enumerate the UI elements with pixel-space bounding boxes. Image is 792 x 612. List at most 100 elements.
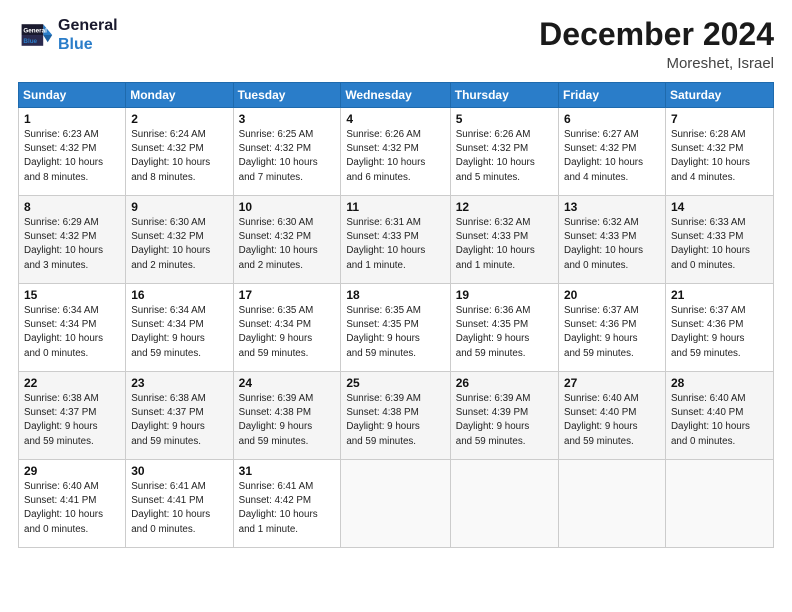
- day-number: 20: [564, 288, 660, 302]
- day-info: Sunrise: 6:34 AM Sunset: 4:34 PM Dayligh…: [131, 304, 227, 361]
- cell-5-6: [559, 460, 666, 548]
- col-tuesday: Tuesday: [233, 83, 341, 108]
- day-info: Sunrise: 6:35 AM Sunset: 4:35 PM Dayligh…: [346, 304, 444, 361]
- day-number: 3: [239, 112, 336, 126]
- calendar-table: Sunday Monday Tuesday Wednesday Thursday…: [18, 82, 774, 548]
- day-info: Sunrise: 6:37 AM Sunset: 4:36 PM Dayligh…: [671, 304, 768, 361]
- cell-5-7: [665, 460, 773, 548]
- day-info: Sunrise: 6:40 AM Sunset: 4:40 PM Dayligh…: [671, 392, 768, 449]
- day-number: 25: [346, 376, 444, 390]
- day-number: 13: [564, 200, 660, 214]
- cell-5-4: [341, 460, 450, 548]
- cell-2-4: 11 Sunrise: 6:31 AM Sunset: 4:33 PM Dayli…: [341, 196, 450, 284]
- day-info: Sunrise: 6:30 AM Sunset: 4:32 PM Dayligh…: [131, 216, 227, 273]
- day-number: 24: [239, 376, 336, 390]
- day-number: 12: [456, 200, 553, 214]
- day-number: 26: [456, 376, 553, 390]
- header-row: Sunday Monday Tuesday Wednesday Thursday…: [19, 83, 774, 108]
- week-row-3: 15Sunrise: 6:34 AM Sunset: 4:34 PM Dayli…: [19, 284, 774, 372]
- day-info: Sunrise: 6:38 AM Sunset: 4:37 PM Dayligh…: [131, 392, 227, 449]
- day-number: 4: [346, 112, 444, 126]
- col-friday: Friday: [559, 83, 666, 108]
- day-number: 18: [346, 288, 444, 302]
- cell-3-3: 17Sunrise: 6:35 AM Sunset: 4:34 PM Dayli…: [233, 284, 341, 372]
- cell-1-4: 4 Sunrise: 6:26 AM Sunset: 4:32 PM Daylig…: [341, 108, 450, 196]
- day-info: Sunrise: 6:38 AM Sunset: 4:37 PM Dayligh…: [24, 392, 120, 449]
- day-info: Sunrise: 6:32 AM Sunset: 4:33 PM Dayligh…: [564, 216, 660, 273]
- day-number: 6: [564, 112, 660, 126]
- week-row-1: 1 Sunrise: 6:23 AM Sunset: 4:32 PM Daylig…: [19, 108, 774, 196]
- location: Moreshet, Israel: [539, 55, 774, 72]
- week-row-2: 8 Sunrise: 6:29 AM Sunset: 4:32 PM Daylig…: [19, 196, 774, 284]
- cell-3-6: 20 Sunrise: 6:37 AM Sunset: 4:36 PM Dayli…: [559, 284, 666, 372]
- cell-4-4: 25 Sunrise: 6:39 AM Sunset: 4:38 PM Dayli…: [341, 372, 450, 460]
- svg-text:General: General: [23, 27, 47, 34]
- day-info: Sunrise: 6:37 AM Sunset: 4:36 PM Dayligh…: [564, 304, 660, 361]
- cell-5-3: 31Sunrise: 6:41 AM Sunset: 4:42 PM Dayli…: [233, 460, 341, 548]
- day-number: 28: [671, 376, 768, 390]
- day-number: 21: [671, 288, 768, 302]
- day-info: Sunrise: 6:26 AM Sunset: 4:32 PM Dayligh…: [456, 128, 553, 185]
- col-saturday: Saturday: [665, 83, 773, 108]
- day-number: 1: [24, 112, 120, 126]
- day-info: Sunrise: 6:32 AM Sunset: 4:33 PM Dayligh…: [456, 216, 553, 273]
- day-info: Sunrise: 6:24 AM Sunset: 4:32 PM Dayligh…: [131, 128, 227, 185]
- day-info: Sunrise: 6:41 AM Sunset: 4:41 PM Dayligh…: [131, 480, 227, 537]
- day-number: 11: [346, 200, 444, 214]
- cell-4-1: 22 Sunrise: 6:38 AM Sunset: 4:37 PM Dayli…: [19, 372, 126, 460]
- cell-3-7: 21 Sunrise: 6:37 AM Sunset: 4:36 PM Dayli…: [665, 284, 773, 372]
- cell-2-5: 12 Sunrise: 6:32 AM Sunset: 4:33 PM Dayli…: [450, 196, 558, 284]
- svg-text:Blue: Blue: [23, 38, 37, 45]
- day-info: Sunrise: 6:39 AM Sunset: 4:38 PM Dayligh…: [239, 392, 336, 449]
- cell-1-5: 5 Sunrise: 6:26 AM Sunset: 4:32 PM Daylig…: [450, 108, 558, 196]
- cell-4-2: 23Sunrise: 6:38 AM Sunset: 4:37 PM Dayli…: [126, 372, 233, 460]
- cell-1-1: 1 Sunrise: 6:23 AM Sunset: 4:32 PM Daylig…: [19, 108, 126, 196]
- week-row-5: 29 Sunrise: 6:40 AM Sunset: 4:41 PM Dayli…: [19, 460, 774, 548]
- day-number: 17: [239, 288, 336, 302]
- logo: General Blue General Blue: [18, 16, 118, 54]
- day-info: Sunrise: 6:33 AM Sunset: 4:33 PM Dayligh…: [671, 216, 768, 273]
- day-info: Sunrise: 6:40 AM Sunset: 4:41 PM Dayligh…: [24, 480, 120, 537]
- day-number: 7: [671, 112, 768, 126]
- cell-3-4: 18 Sunrise: 6:35 AM Sunset: 4:35 PM Dayli…: [341, 284, 450, 372]
- day-info: Sunrise: 6:29 AM Sunset: 4:32 PM Dayligh…: [24, 216, 120, 273]
- logo-text: General Blue: [58, 16, 118, 54]
- col-wednesday: Wednesday: [341, 83, 450, 108]
- day-info: Sunrise: 6:23 AM Sunset: 4:32 PM Dayligh…: [24, 128, 120, 185]
- cell-5-5: [450, 460, 558, 548]
- cell-2-3: 10Sunrise: 6:30 AM Sunset: 4:32 PM Dayli…: [233, 196, 341, 284]
- day-number: 31: [239, 464, 336, 478]
- cell-2-2: 9 Sunrise: 6:30 AM Sunset: 4:32 PM Daylig…: [126, 196, 233, 284]
- day-number: 5: [456, 112, 553, 126]
- cell-2-7: 14Sunrise: 6:33 AM Sunset: 4:33 PM Dayli…: [665, 196, 773, 284]
- day-number: 16: [131, 288, 227, 302]
- day-info: Sunrise: 6:31 AM Sunset: 4:33 PM Dayligh…: [346, 216, 444, 273]
- cell-4-3: 24 Sunrise: 6:39 AM Sunset: 4:38 PM Dayli…: [233, 372, 341, 460]
- day-number: 2: [131, 112, 227, 126]
- logo-icon: General Blue: [18, 17, 54, 53]
- day-number: 9: [131, 200, 227, 214]
- header: General Blue General Blue December 2024 …: [18, 16, 774, 72]
- day-info: Sunrise: 6:26 AM Sunset: 4:32 PM Dayligh…: [346, 128, 444, 185]
- day-info: Sunrise: 6:39 AM Sunset: 4:38 PM Dayligh…: [346, 392, 444, 449]
- cell-1-7: 7 Sunrise: 6:28 AM Sunset: 4:32 PM Daylig…: [665, 108, 773, 196]
- day-number: 29: [24, 464, 120, 478]
- cell-1-2: 2 Sunrise: 6:24 AM Sunset: 4:32 PM Daylig…: [126, 108, 233, 196]
- day-info: Sunrise: 6:34 AM Sunset: 4:34 PM Dayligh…: [24, 304, 120, 361]
- col-monday: Monday: [126, 83, 233, 108]
- cell-2-1: 8 Sunrise: 6:29 AM Sunset: 4:32 PM Daylig…: [19, 196, 126, 284]
- col-sunday: Sunday: [19, 83, 126, 108]
- day-info: Sunrise: 6:28 AM Sunset: 4:32 PM Dayligh…: [671, 128, 768, 185]
- month-title: December 2024: [539, 16, 774, 53]
- cell-2-6: 13 Sunrise: 6:32 AM Sunset: 4:33 PM Dayli…: [559, 196, 666, 284]
- cell-5-2: 30 Sunrise: 6:41 AM Sunset: 4:41 PM Dayli…: [126, 460, 233, 548]
- day-number: 22: [24, 376, 120, 390]
- day-info: Sunrise: 6:36 AM Sunset: 4:35 PM Dayligh…: [456, 304, 553, 361]
- day-info: Sunrise: 6:39 AM Sunset: 4:39 PM Dayligh…: [456, 392, 553, 449]
- day-number: 27: [564, 376, 660, 390]
- week-row-4: 22 Sunrise: 6:38 AM Sunset: 4:37 PM Dayli…: [19, 372, 774, 460]
- day-number: 8: [24, 200, 120, 214]
- day-number: 30: [131, 464, 227, 478]
- cell-4-5: 26 Sunrise: 6:39 AM Sunset: 4:39 PM Dayli…: [450, 372, 558, 460]
- day-number: 19: [456, 288, 553, 302]
